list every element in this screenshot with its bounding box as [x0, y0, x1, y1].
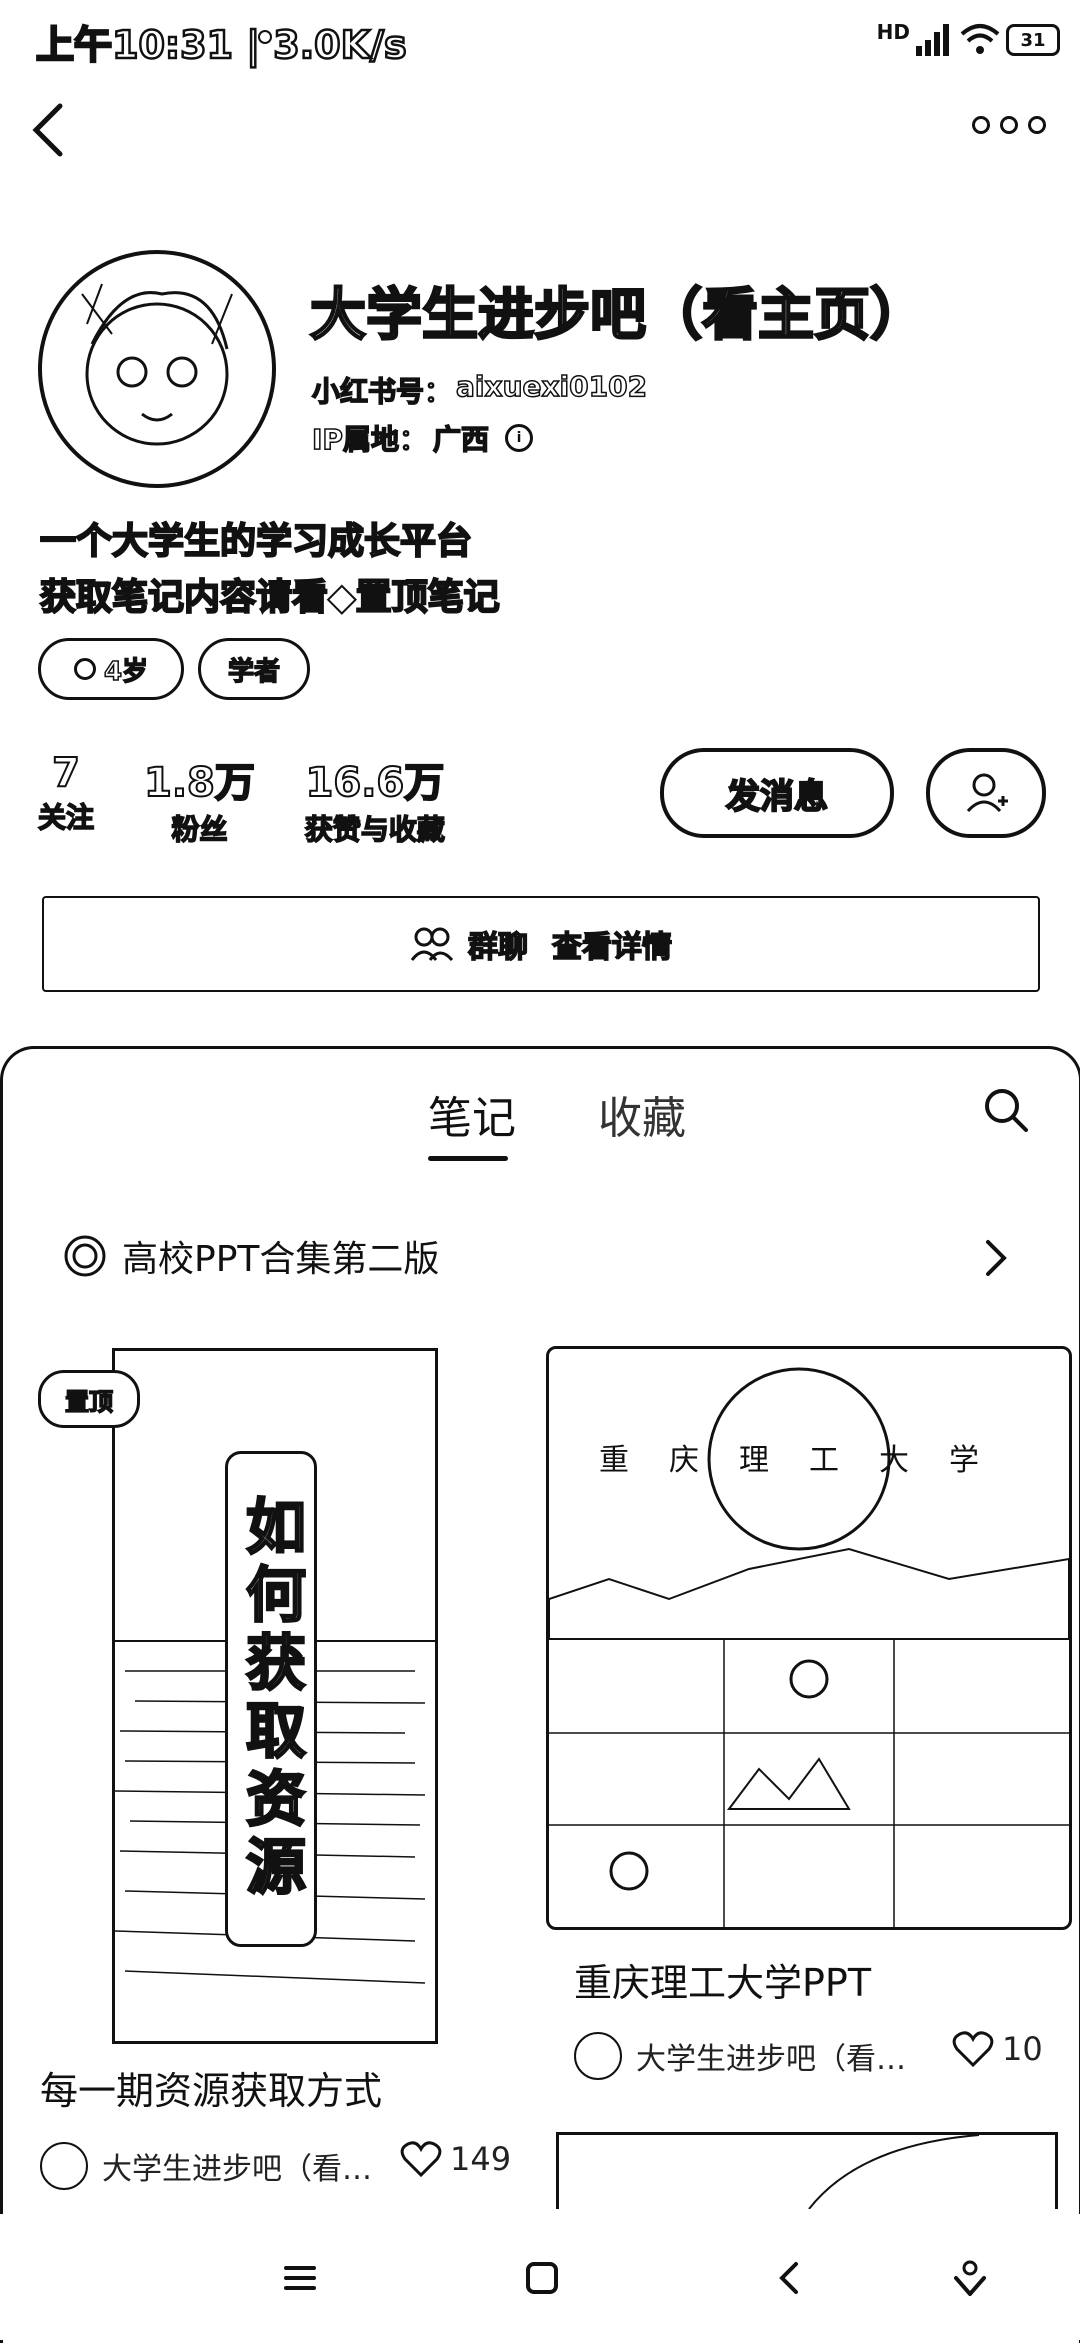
tag-role-label: 学者: [227, 656, 281, 688]
profile-ip-label: IP属地：: [311, 422, 427, 457]
stat-following-label: 关注: [37, 800, 95, 835]
avatar[interactable]: [38, 250, 276, 488]
collection-row[interactable]: 高校PPT合集第二版: [62, 1230, 439, 1282]
card-3-cover-art: [808, 2135, 980, 2209]
profile-id-label: 小红书号：: [311, 374, 453, 409]
group-chat-detail: 查看详情: [551, 929, 673, 966]
profile-name: 大学生进步吧（看主页）: [309, 282, 928, 350]
wifi-icon: [960, 24, 1000, 54]
profile-ip: IP属地： 广西 i: [311, 418, 533, 458]
back-icon[interactable]: [770, 2258, 810, 2298]
group-chat-bar[interactable]: 群聊 查看详情: [42, 896, 1040, 992]
collection-title: 高校PPT合集第二版: [122, 1239, 440, 1280]
stat-fans-value: 1.8万: [143, 759, 256, 807]
home-square-icon[interactable]: [522, 2258, 562, 2298]
status-dot-icon: [258, 30, 272, 44]
bio-line-2: 获取笔记内容请看◆置顶笔记: [39, 576, 501, 619]
card-3-cover-partial[interactable]: [556, 2132, 1058, 2209]
status-time-speed: 上午10:31 | 3.0K/s: [35, 22, 408, 69]
card-1-likes[interactable]: 149: [400, 2140, 511, 2178]
card-1-author[interactable]: 大学生进步吧（看…: [40, 2142, 372, 2190]
more-options-icon[interactable]: [972, 116, 1046, 134]
tab-notes[interactable]: 笔记: [428, 1082, 516, 1161]
pinned-badge-label: 置顶: [64, 1387, 114, 1417]
stat-fans-label: 粉丝: [171, 812, 229, 847]
battery-icon: 31: [1006, 24, 1060, 56]
signal-icon: [916, 24, 949, 56]
tab-notes-label: 笔记: [428, 1093, 516, 1144]
profile-id: 小红书号： aixuexi0102: [311, 369, 648, 410]
stat-likes[interactable]: 16.6万 获赞与收藏: [304, 750, 446, 848]
info-icon[interactable]: i: [504, 424, 533, 452]
back-arrow-icon[interactable]: [28, 100, 68, 160]
card-1-author-name: 大学生进步吧（看…: [102, 2152, 372, 2187]
group-icon: [410, 927, 454, 962]
card-2-likes[interactable]: 10: [952, 2030, 1043, 2068]
card-2-author[interactable]: 大学生进步吧（看…: [574, 2032, 906, 2080]
card-1-cover-banner: 如何获取资源: [225, 1451, 317, 1947]
status-bar: 上午10:31 | 3.0K/s HD 31: [0, 0, 1080, 80]
stat-likes-label: 获赞与收藏: [304, 812, 446, 847]
stat-following[interactable]: 7 关注: [37, 749, 95, 848]
card-1-likes-count: 149: [450, 2140, 512, 2178]
hd-label: HD: [876, 20, 910, 44]
chevron-right-icon[interactable]: [984, 1238, 1008, 1278]
card-2-author-name: 大学生进步吧（看…: [636, 2042, 906, 2077]
card-2-title[interactable]: 重庆理工大学PPT: [574, 1952, 871, 2007]
card-1-cover-text: 如何获取资源: [234, 1494, 307, 1905]
stat-following-value: 7: [51, 749, 81, 797]
stat-likes-value: 16.6万: [305, 759, 446, 807]
group-chat-label: 群聊: [467, 929, 529, 966]
assistant-icon[interactable]: [948, 2256, 988, 2296]
tag-age-label: 4岁: [103, 656, 149, 688]
card-2-likes-count: 10: [1002, 2030, 1043, 2068]
menu-icon[interactable]: [280, 2258, 320, 2298]
bio-line-1: 一个大学生的学习成长平台: [39, 520, 473, 563]
message-button[interactable]: 发消息: [660, 748, 894, 838]
heart-icon: [400, 2141, 442, 2178]
tag-age[interactable]: 4岁: [38, 638, 184, 700]
stat-fans[interactable]: 1.8万 粉丝: [143, 750, 256, 848]
tab-active-indicator: [428, 1156, 508, 1161]
card-1-cover[interactable]: 如何获取资源: [112, 1348, 438, 2044]
profile-ip-value: 广西: [432, 422, 490, 457]
profile-id-value: aixuexi0102: [455, 369, 648, 404]
card-1-author-avatar: [40, 2142, 88, 2190]
tab-favorites-label: 收藏: [598, 1093, 686, 1144]
add-user-icon: [966, 773, 1008, 813]
card-2-author-avatar: [574, 2032, 622, 2080]
tag-role[interactable]: 学者: [198, 638, 310, 700]
search-icon[interactable]: [982, 1086, 1030, 1134]
collection-icon: [64, 1235, 106, 1277]
heart-icon: [952, 2031, 994, 2068]
female-icon: [73, 658, 96, 680]
message-button-label: 发消息: [725, 776, 829, 818]
stats-row: 7 关注 1.8万 粉丝 16.6万 获赞与收藏: [37, 749, 446, 848]
battery-level: 31: [1020, 29, 1046, 51]
pinned-badge: 置顶: [38, 1370, 140, 1428]
card-2-cover-title: 重庆理工大学: [599, 1443, 1019, 1478]
card-2-cover[interactable]: 重庆理工大学: [546, 1346, 1072, 1930]
tab-favorites[interactable]: 收藏: [598, 1082, 686, 1146]
card-1-title[interactable]: 每一期资源获取方式: [40, 2060, 382, 2115]
add-friend-button[interactable]: [926, 748, 1046, 838]
